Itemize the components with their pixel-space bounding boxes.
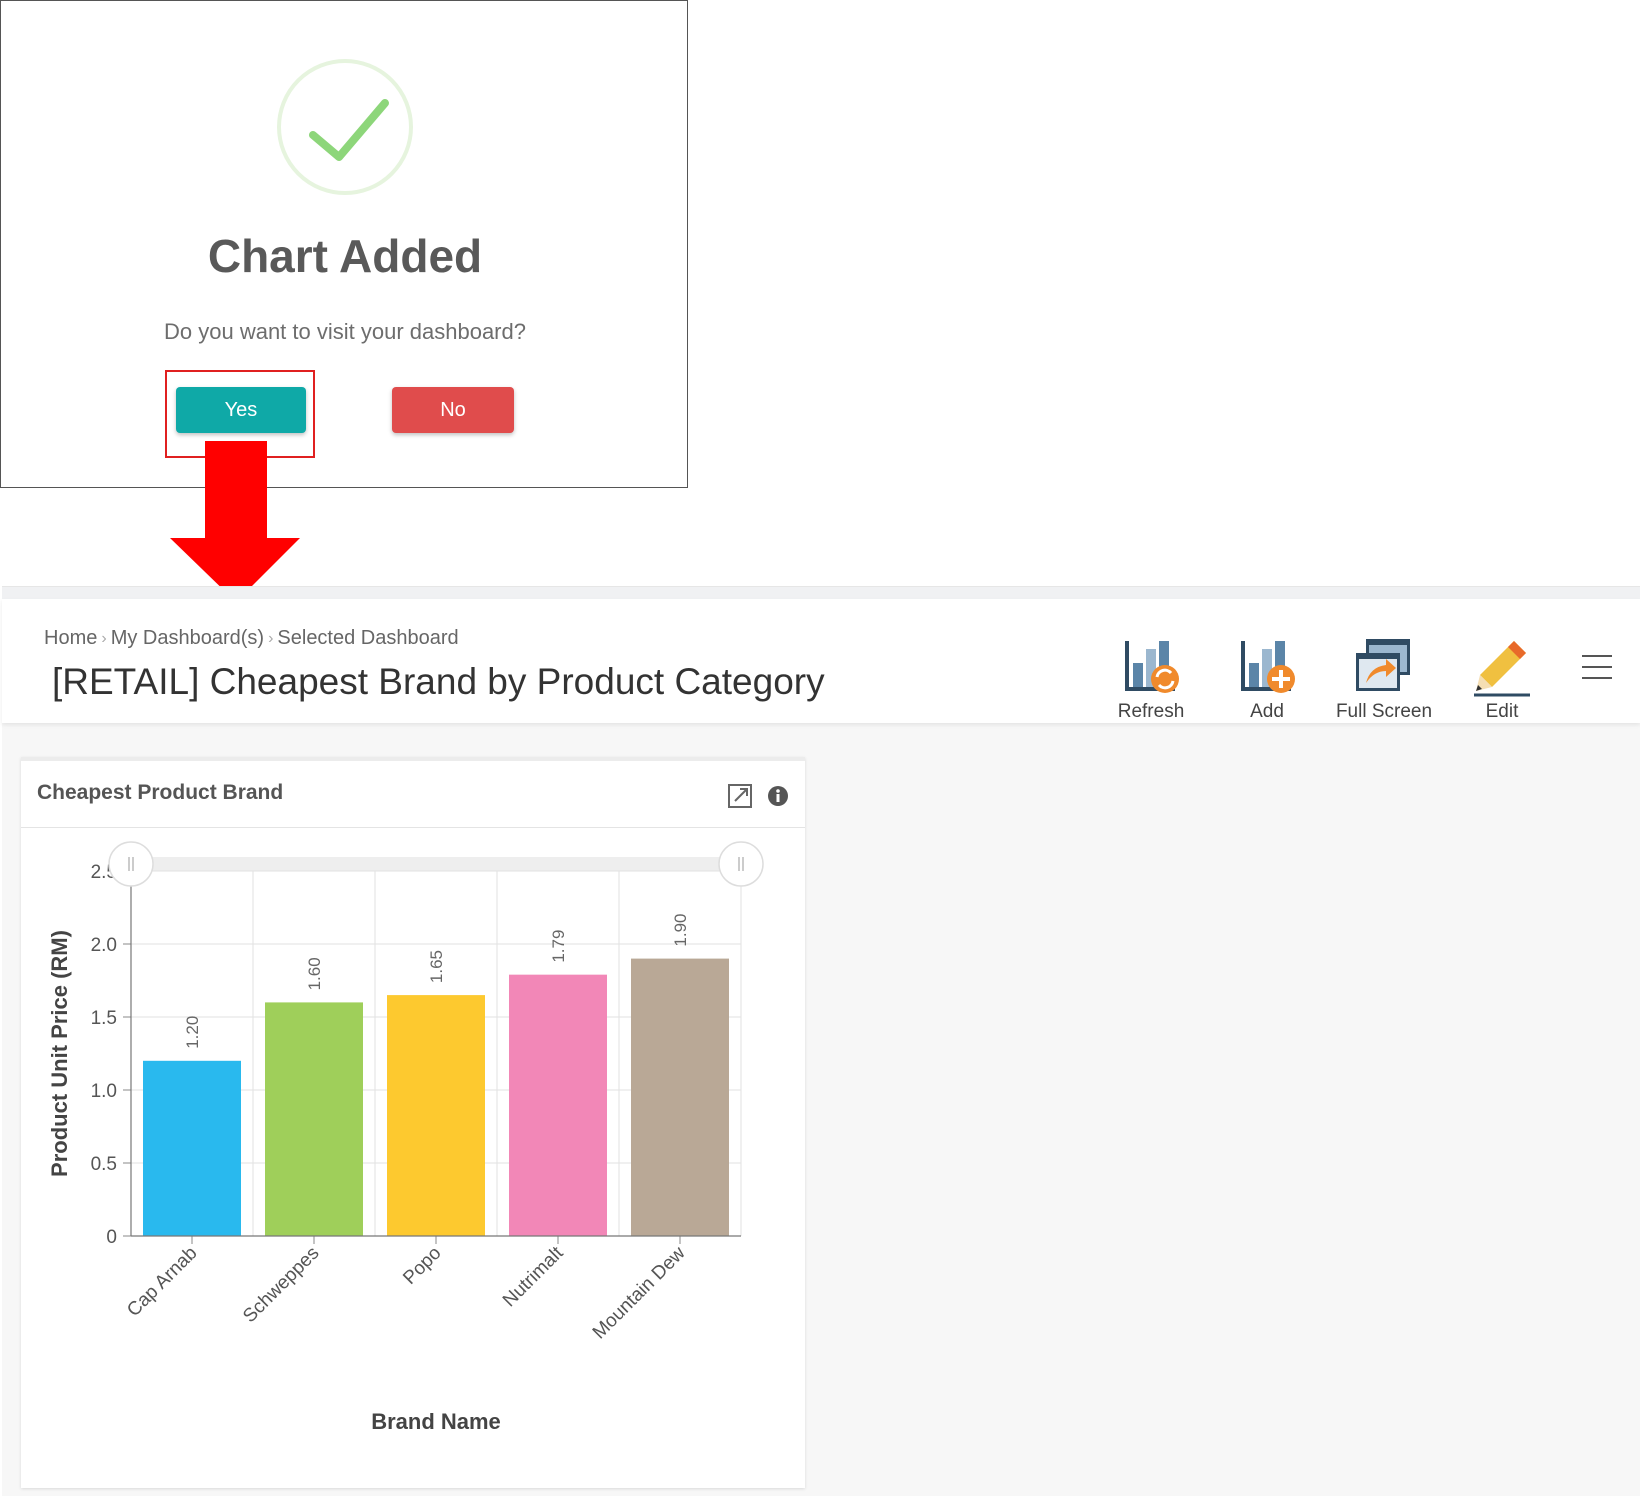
zoom-slider-track [131, 857, 741, 871]
x-axis-title: Brand Name [371, 1409, 501, 1434]
data-label: 1.60 [305, 957, 324, 990]
x-tick-label: Cap Arnab [123, 1243, 201, 1321]
data-label: 1.79 [549, 930, 568, 963]
full-screen-icon [1356, 639, 1410, 691]
y-tick-label: 2.0 [91, 935, 117, 956]
page-title: [RETAIL] Cheapest Brand by Product Categ… [52, 661, 825, 702]
bar-4 [631, 958, 729, 1236]
add-chart-button[interactable]: Add [1212, 635, 1322, 723]
refresh-button[interactable]: Refresh [1096, 635, 1206, 723]
x-tick-label: Popo [399, 1243, 445, 1289]
breadcrumb: Home › My Dashboard(s) › Selected Dashbo… [44, 627, 459, 650]
bar-chart: 00.51.01.52.02.51.20Cap Arnab1.60Schwepp… [47, 841, 764, 1434]
top-strip [2, 587, 1640, 599]
y-tick-label: 0.5 [91, 1154, 117, 1175]
x-tick-label: Mountain Dew [589, 1242, 690, 1343]
y-tick-label: 1.0 [91, 1081, 117, 1102]
edit-label: Edit [1485, 701, 1519, 722]
y-axis-title: Product Unit Price (RM) [47, 930, 72, 1177]
add-label: Add [1250, 701, 1284, 722]
bar-1 [265, 1002, 363, 1236]
full-screen-button[interactable]: Full Screen [1329, 635, 1439, 723]
red-arrow-annotation [170, 441, 300, 602]
chevron-right-icon: › [101, 629, 107, 647]
breadcrumb-my-dashboards[interactable]: My Dashboard(s) [111, 627, 264, 650]
edit-button[interactable]: Edit [1447, 635, 1557, 723]
chart-card: Cheapest Product Brand 0 0.5 1.0 1.5 2.0 2.5 1… [21, 757, 805, 1488]
bar-3 [509, 974, 607, 1236]
zoom-handle-left [108, 841, 154, 887]
y-tick-label: 1.5 [91, 1008, 117, 1029]
bar-2 [387, 995, 485, 1236]
bar-0 [143, 1060, 241, 1236]
x-tick-label: Schweppes [239, 1243, 323, 1327]
y-tick-label: 0 [106, 1227, 117, 1248]
breadcrumb-selected-dashboard: Selected Dashboard [277, 627, 459, 649]
x-tick-label: Nutrimalt [499, 1242, 568, 1311]
refresh-chart-icon [1125, 641, 1179, 693]
full-screen-label: Full Screen [1335, 701, 1433, 722]
zoom-handle-right [718, 841, 764, 887]
dashboard-header: Home › My Dashboard(s) › Selected Dashbo… [2, 599, 1640, 723]
pencil-icon [1474, 641, 1530, 697]
dashboard-page: Home › My Dashboard(s) › Selected Dashbo… [2, 586, 1640, 1496]
data-label: 1.65 [427, 950, 446, 983]
data-label: 1.20 [183, 1016, 202, 1049]
refresh-label: Refresh [1117, 701, 1185, 722]
data-label: 1.90 [671, 914, 690, 947]
add-chart-icon [1241, 641, 1295, 693]
breadcrumb-home[interactable]: Home [44, 627, 97, 650]
chevron-right-icon: › [268, 629, 274, 647]
menu-icon[interactable] [1582, 655, 1612, 681]
